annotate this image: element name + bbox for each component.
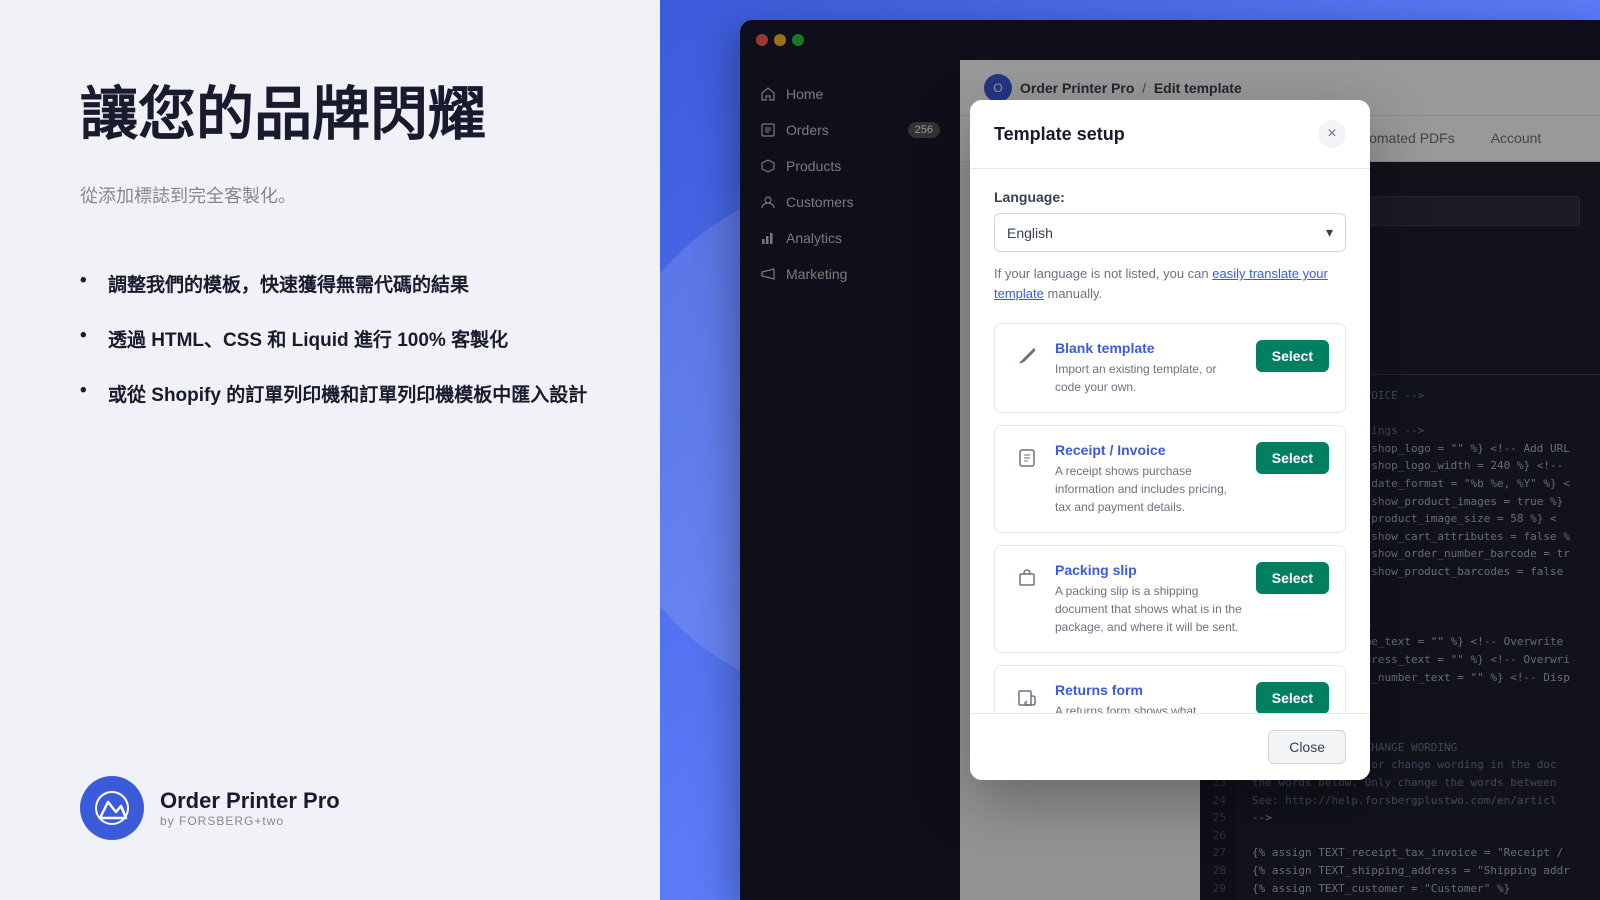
language-select[interactable]: English ▾	[994, 213, 1346, 252]
modal-overlay[interactable]: Template setup × Language: English ▾ If …	[740, 20, 1600, 900]
left-panel: 讓您的品牌閃耀 從添加標誌到完全客製化。 調整我們的模板，快速獲得無需代碼的結果…	[0, 0, 660, 900]
modal-footer: Close	[970, 713, 1370, 780]
returns-select-button[interactable]: Select	[1256, 682, 1329, 714]
modal-close-footer-button[interactable]: Close	[1268, 730, 1346, 764]
logo-sub: by FORSBERG+two	[160, 814, 340, 828]
modal-header: Template setup ×	[970, 100, 1370, 169]
blank-desc: Import an existing template, or code you…	[1055, 360, 1244, 396]
modal-close-button[interactable]: ×	[1318, 120, 1346, 148]
modal-body: Language: English ▾ If your language is …	[970, 169, 1370, 780]
receipt-icon	[1011, 442, 1043, 474]
language-label: Language:	[994, 189, 1346, 205]
returns-icon	[1011, 682, 1043, 714]
packing-info: Packing slip A packing slip is a shippin…	[1055, 562, 1244, 636]
logo-circle	[80, 776, 144, 840]
blank-name: Blank template	[1055, 340, 1244, 356]
blank-info: Blank template Import an existing templa…	[1055, 340, 1244, 396]
packing-name: Packing slip	[1055, 562, 1244, 578]
packing-select-button[interactable]: Select	[1256, 562, 1329, 594]
receipt-select-button[interactable]: Select	[1256, 442, 1329, 474]
shopify-window: Home Orders 256 Products	[740, 20, 1600, 900]
packing-desc: A packing slip is a shipping document th…	[1055, 582, 1244, 636]
language-value: English	[1007, 225, 1053, 241]
bullet-item: 透過 HTML、CSS 和 Liquid 進行 100% 客製化	[80, 311, 590, 366]
chevron-down-icon: ▾	[1326, 224, 1333, 241]
template-option-receipt: Receipt / Invoice A receipt shows purcha…	[994, 425, 1346, 533]
bullet-list: 調整我們的模板，快速獲得無需代碼的結果透過 HTML、CSS 和 Liquid …	[80, 256, 590, 421]
blank-select-button[interactable]: Select	[1256, 340, 1329, 372]
blank-icon	[1011, 340, 1043, 372]
returns-name: Returns form	[1055, 682, 1244, 698]
subtitle: 從添加標誌到完全客製化。	[80, 182, 590, 208]
template-option-blank: Blank template Import an existing templa…	[994, 323, 1346, 413]
logo-name: Order Printer Pro	[160, 788, 340, 814]
receipt-desc: A receipt shows purchase information and…	[1055, 462, 1244, 516]
packing-icon	[1011, 562, 1043, 594]
bullet-item: 或從 Shopify 的訂單列印機和訂單列印機模板中匯入設計	[80, 366, 590, 421]
right-panel: Home Orders 256 Products	[660, 0, 1600, 900]
main-title: 讓您的品牌閃耀	[80, 80, 590, 150]
logo-icon	[94, 790, 130, 826]
bullet-item: 調整我們的模板，快速獲得無需代碼的結果	[80, 256, 590, 311]
receipt-info: Receipt / Invoice A receipt shows purcha…	[1055, 442, 1244, 516]
receipt-name: Receipt / Invoice	[1055, 442, 1244, 458]
modal-title: Template setup	[994, 124, 1125, 145]
modal: Template setup × Language: English ▾ If …	[970, 100, 1370, 780]
template-options: Blank template Import an existing templa…	[994, 323, 1346, 780]
logo-section: Order Printer Pro by FORSBERG+two	[80, 776, 590, 840]
template-option-packing: Packing slip A packing slip is a shippin…	[994, 545, 1346, 653]
translate-note: If your language is not listed, you can …	[994, 264, 1346, 303]
